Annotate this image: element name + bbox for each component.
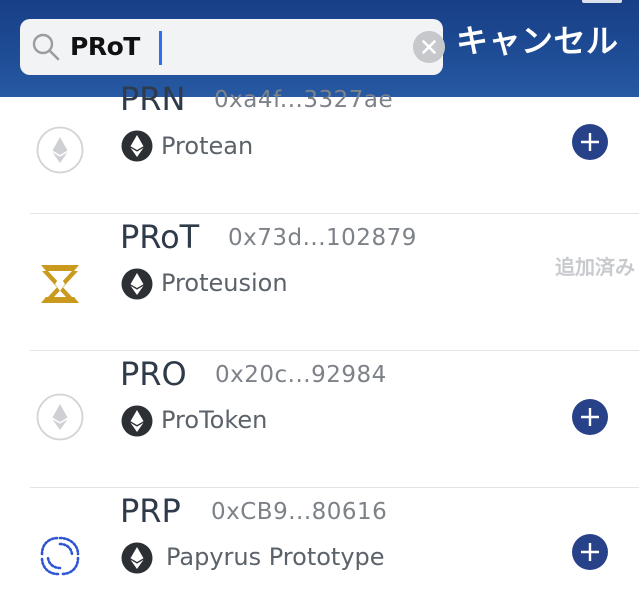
ethereum-chain-icon <box>121 542 153 574</box>
token-name: Papyrus Prototype <box>166 543 385 571</box>
token-symbol: PRN <box>120 80 186 118</box>
add-token-button[interactable] <box>572 534 608 570</box>
search-icon <box>32 33 60 61</box>
cancel-button[interactable]: キャンセル <box>456 18 619 64</box>
token-row[interactable]: PRO 0x20c...92984 ProToken <box>0 351 639 488</box>
token-row[interactable]: PRN 0xa4f...3327ae Protean <box>0 77 639 214</box>
add-token-button[interactable] <box>572 124 608 160</box>
token-address: 0x20c...92984 <box>215 362 387 388</box>
ethereum-chain-icon <box>121 130 153 162</box>
ethereum-chain-icon <box>121 268 153 300</box>
token-row[interactable]: PRoT 0x73d...102879 Proteusion 追加済み <box>0 214 639 351</box>
token-symbol: PRoT <box>120 218 200 256</box>
token-name: Proteusion <box>161 269 288 297</box>
added-status-label: 追加済み <box>555 255 635 279</box>
papyrus-logo-icon <box>40 536 80 576</box>
search-input[interactable]: PRoT <box>70 29 140 65</box>
token-address: 0xCB9...80616 <box>211 499 388 525</box>
token-address: 0xa4f...3327ae <box>214 87 394 113</box>
text-cursor <box>159 31 162 65</box>
token-name: ProToken <box>161 406 268 434</box>
token-symbol: PRO <box>120 355 187 393</box>
token-symbol: PRP <box>120 492 181 530</box>
ethereum-placeholder-icon <box>36 126 84 174</box>
search-field[interactable]: PRoT <box>20 19 445 75</box>
status-indicator <box>582 0 622 3</box>
token-name: Protean <box>161 132 254 160</box>
add-token-button[interactable] <box>572 399 608 435</box>
token-address: 0x73d...102879 <box>228 225 417 251</box>
token-row[interactable]: PRP 0xCB9...80616 Papyrus Prototype <box>0 488 639 602</box>
ethereum-placeholder-icon <box>36 393 84 441</box>
clear-icon[interactable] <box>413 31 445 63</box>
ethereum-chain-icon <box>121 405 153 437</box>
proteusion-logo-icon <box>41 265 79 303</box>
